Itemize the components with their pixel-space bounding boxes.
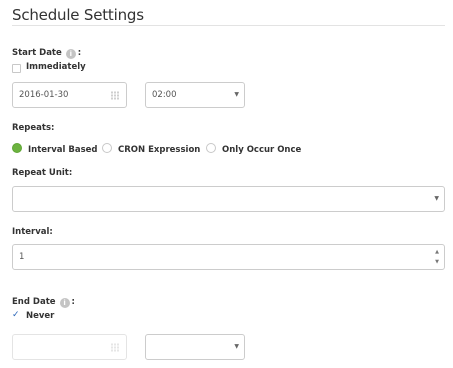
repeat-unit-select[interactable]: ▼ <box>12 186 445 212</box>
stepper-down-icon[interactable]: ▼ <box>435 259 439 265</box>
immediately-label: Immediately <box>26 62 86 72</box>
interval-label: Interval: <box>12 227 53 237</box>
end-date-label: End Date <box>12 297 56 307</box>
radio-only-occur-once[interactable] <box>206 143 216 153</box>
title-divider <box>12 25 445 26</box>
end-date-colon: : <box>71 297 75 307</box>
radio-cron-expression-label: CRON Expression <box>118 145 201 155</box>
calendar-icon[interactable] <box>110 90 119 100</box>
radio-interval-based[interactable] <box>12 143 22 153</box>
radio-interval-based-label: Interval Based <box>28 145 98 155</box>
end-date-label-row: End Date i: <box>12 289 75 308</box>
end-time-select[interactable]: ▼ <box>145 334 245 360</box>
chevron-down-icon: ▼ <box>234 343 239 351</box>
info-icon[interactable]: i <box>59 298 70 308</box>
chevron-down-icon: ▼ <box>234 91 239 99</box>
calendar-icon <box>110 342 119 352</box>
start-date-colon: : <box>77 48 82 58</box>
stepper-up-icon[interactable]: ▲ <box>435 249 439 255</box>
start-date-label: Start Date <box>12 48 62 58</box>
interval-value: 1 <box>19 252 25 262</box>
repeats-label: Repeats: <box>12 123 55 133</box>
info-icon[interactable]: i <box>65 49 76 59</box>
start-date-value: 2016-01-30 <box>19 90 69 100</box>
start-time-select[interactable]: 02:00 ▼ <box>145 82 245 108</box>
radio-cron-expression[interactable] <box>102 143 112 153</box>
repeat-unit-label: Repeat Unit: <box>12 168 73 178</box>
start-date-label-row: Start Date i: <box>12 40 81 59</box>
immediately-checkbox[interactable] <box>12 64 21 73</box>
never-checkbox[interactable]: ✓ <box>12 311 20 320</box>
end-date-input[interactable] <box>12 334 127 360</box>
radio-only-occur-once-label: Only Occur Once <box>222 145 302 155</box>
start-time-value: 02:00 <box>152 90 177 100</box>
interval-input[interactable]: 1 ▲ ▼ <box>12 244 445 270</box>
section-title: Schedule Settings <box>12 6 144 24</box>
chevron-down-icon: ▼ <box>434 195 439 203</box>
start-date-input[interactable]: 2016-01-30 <box>12 82 127 108</box>
never-label: Never <box>26 311 55 321</box>
